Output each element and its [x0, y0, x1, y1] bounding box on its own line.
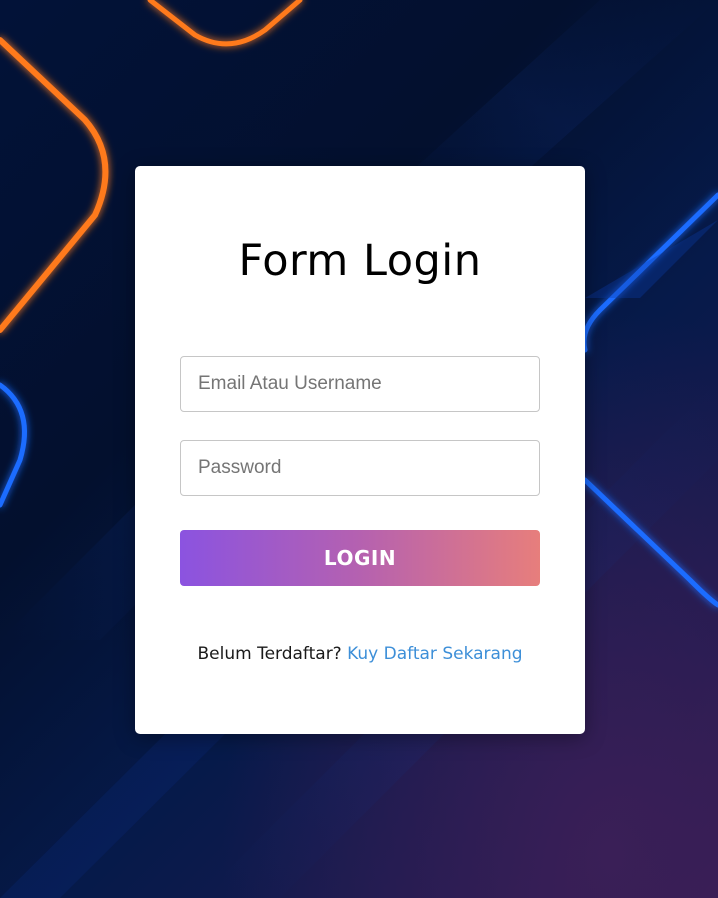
password-input[interactable]	[180, 440, 540, 496]
register-prompt-text: Belum Terdaftar?	[197, 644, 342, 664]
login-card: Form Login LOGIN Belum Terdaftar? Kuy Da…	[135, 166, 585, 734]
register-prompt: Belum Terdaftar? Kuy Daftar Sekarang	[135, 644, 585, 664]
email-username-input[interactable]	[180, 356, 540, 412]
login-button[interactable]: LOGIN	[180, 530, 540, 586]
register-link[interactable]: Kuy Daftar Sekarang	[347, 644, 522, 664]
form-title: Form Login	[238, 236, 482, 286]
